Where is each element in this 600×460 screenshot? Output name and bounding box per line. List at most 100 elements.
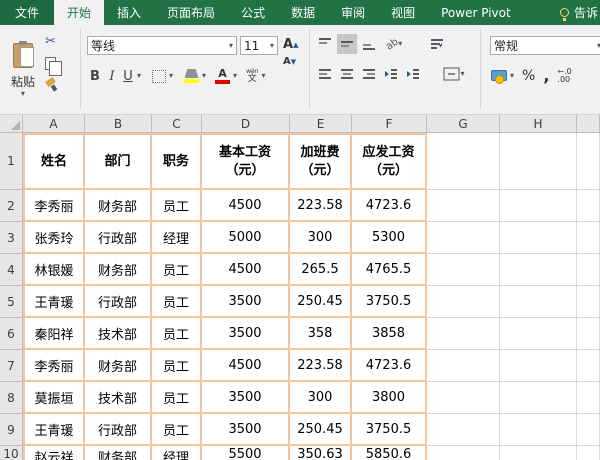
table-cell[interactable]: 3500 (202, 286, 290, 318)
table-cell[interactable]: 经理 (152, 446, 202, 460)
ribbon-tab-文件[interactable]: 文件 (0, 0, 54, 25)
empty-cell-G9[interactable] (427, 414, 500, 446)
row-header-9[interactable]: 9 (0, 414, 23, 446)
row-header-1[interactable]: 1 (0, 133, 23, 190)
empty-cell-G5[interactable] (427, 286, 500, 318)
table-cell[interactable]: 3750.5 (352, 286, 427, 318)
copy-button[interactable]: ▾ (44, 56, 61, 71)
font-size-combobox[interactable]: 11▾ (240, 36, 278, 55)
ribbon-tab-开始[interactable]: 开始 (54, 0, 104, 25)
table-cell[interactable]: 张秀玲 (23, 222, 85, 254)
table-header-cell[interactable]: 加班费 （元） (290, 133, 352, 190)
empty-cell-partial[interactable] (577, 254, 600, 286)
phonetic-guide-button[interactable]: wén 文 (245, 68, 259, 85)
fill-color-dropdown-arrow[interactable]: ▾ (202, 72, 206, 80)
middle-align-button[interactable] (337, 34, 357, 54)
ribbon-tab-Power Pivot[interactable]: Power Pivot (428, 0, 524, 25)
row-header-6[interactable]: 6 (0, 318, 23, 350)
empty-cell-H3[interactable] (500, 222, 577, 254)
table-cell[interactable]: 行政部 (85, 222, 152, 254)
empty-cell-G6[interactable] (427, 318, 500, 350)
tell-me[interactable]: 告诉 (560, 0, 600, 25)
bottom-align-button[interactable] (359, 34, 379, 54)
table-cell[interactable]: 员工 (152, 190, 202, 222)
bold-button[interactable]: B (87, 68, 103, 85)
table-header-cell[interactable]: 姓名 (23, 133, 85, 190)
increase-font-size-button[interactable]: A▲ (282, 36, 299, 53)
table-cell[interactable]: 王青瑗 (23, 286, 85, 318)
ribbon-tab-公式[interactable]: 公式 (228, 0, 278, 25)
column-header-G[interactable]: G (427, 115, 500, 133)
table-cell[interactable]: 4765.5 (352, 254, 427, 286)
row-header-3[interactable]: 3 (0, 222, 23, 254)
table-cell[interactable]: 4500 (202, 190, 290, 222)
ribbon-tab-插入[interactable]: 插入 (104, 0, 154, 25)
italic-button[interactable]: I (105, 68, 119, 85)
table-cell[interactable]: 3858 (352, 318, 427, 350)
table-cell[interactable]: 223.58 (290, 190, 352, 222)
borders-dropdown-arrow[interactable]: ▾ (169, 72, 173, 80)
column-header-F[interactable]: F (352, 115, 427, 133)
table-header-cell[interactable]: 应发工资 （元） (352, 133, 427, 190)
empty-cell-partial[interactable] (577, 382, 600, 414)
table-cell[interactable]: 经理 (152, 222, 202, 254)
table-cell[interactable]: 250.45 (290, 286, 352, 318)
table-cell[interactable]: 秦阳祥 (23, 318, 85, 350)
table-cell[interactable]: 李秀丽 (23, 190, 85, 222)
column-header-partial[interactable] (577, 115, 600, 133)
empty-cell-G8[interactable] (427, 382, 500, 414)
font-color-dropdown-arrow[interactable]: ▾ (233, 72, 237, 80)
table-cell[interactable]: 财务部 (85, 350, 152, 382)
row-header-5[interactable]: 5 (0, 286, 23, 318)
empty-cell-partial[interactable] (577, 190, 600, 222)
table-cell[interactable]: 5000 (202, 222, 290, 254)
table-cell[interactable]: 李秀丽 (23, 350, 85, 382)
empty-cell-H4[interactable] (500, 254, 577, 286)
empty-cell-H6[interactable] (500, 318, 577, 350)
row-header-10[interactable]: 10 (0, 446, 23, 460)
ribbon-tab-数据[interactable]: 数据 (278, 0, 328, 25)
table-cell[interactable]: 5850.6 (352, 446, 427, 460)
table-cell[interactable]: 3500 (202, 318, 290, 350)
table-cell[interactable]: 4500 (202, 350, 290, 382)
font-name-combobox[interactable]: 等线▾ (87, 36, 237, 55)
table-cell[interactable]: 王青瑗 (23, 414, 85, 446)
table-header-cell[interactable]: 职务 (152, 133, 202, 190)
align-center-button[interactable] (337, 64, 357, 84)
cut-button[interactable]: ✂ (44, 33, 57, 50)
empty-cell-G3[interactable] (427, 222, 500, 254)
table-cell[interactable]: 4500 (202, 254, 290, 286)
comma-style-button[interactable]: , (542, 65, 550, 86)
column-header-A[interactable]: A (23, 115, 85, 133)
empty-cell-G4[interactable] (427, 254, 500, 286)
paste-dropdown-arrow[interactable]: ▾ (11, 90, 35, 98)
ribbon-tab-审阅[interactable]: 审阅 (328, 0, 378, 25)
table-cell[interactable]: 技术部 (85, 318, 152, 350)
table-cell[interactable]: 技术部 (85, 382, 152, 414)
empty-cell-G1[interactable] (427, 133, 500, 190)
accounting-format-button[interactable]: ▾ (490, 69, 515, 82)
row-header-8[interactable]: 8 (0, 382, 23, 414)
underline-dropdown-arrow[interactable]: ▾ (137, 72, 141, 80)
table-cell[interactable]: 350.63 (290, 446, 352, 460)
empty-cell-H1[interactable] (500, 133, 577, 190)
table-header-cell[interactable]: 基本工资 （元） (202, 133, 290, 190)
table-cell[interactable]: 4723.6 (352, 190, 427, 222)
table-cell[interactable]: 员工 (152, 382, 202, 414)
column-header-C[interactable]: C (152, 115, 202, 133)
empty-cell-G10[interactable] (427, 446, 500, 460)
table-cell[interactable]: 3800 (352, 382, 427, 414)
empty-cell-H7[interactable] (500, 350, 577, 382)
table-cell[interactable]: 员工 (152, 318, 202, 350)
table-cell[interactable]: 行政部 (85, 286, 152, 318)
increase-indent-button[interactable] (403, 64, 423, 84)
table-cell[interactable]: 员工 (152, 350, 202, 382)
table-cell[interactable]: 财务部 (85, 254, 152, 286)
table-cell[interactable]: 员工 (152, 286, 202, 318)
row-header-2[interactable]: 2 (0, 190, 23, 222)
align-right-button[interactable] (359, 64, 379, 84)
align-left-button[interactable] (315, 64, 335, 84)
empty-cell-H10[interactable] (500, 446, 577, 460)
ribbon-tab-视图[interactable]: 视图 (378, 0, 428, 25)
decrease-indent-button[interactable] (381, 64, 401, 84)
